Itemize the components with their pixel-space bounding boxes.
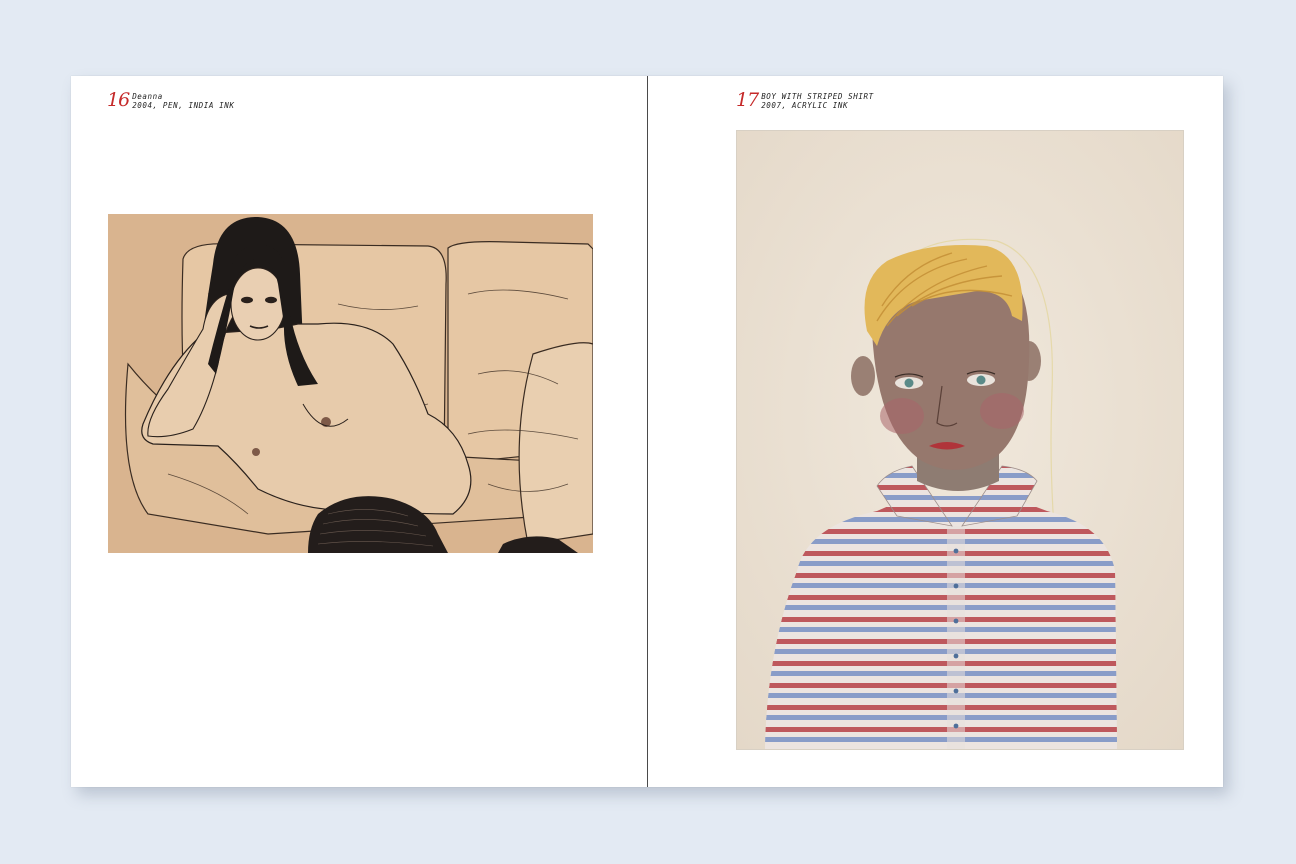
artwork-pen-drawing xyxy=(108,214,593,553)
right-caption: 17 BOY WITH STRIPED SHIRT 2007, ACRYLIC … xyxy=(736,90,874,110)
left-page: 16 Deanna 2004, PEN, INDIA INK xyxy=(71,76,647,787)
open-book-spread: 16 Deanna 2004, PEN, INDIA INK 17 BOY WI… xyxy=(71,76,1223,787)
left-page-number: 16 xyxy=(107,89,130,111)
right-caption-text: BOY WITH STRIPED SHIRT 2007, ACRYLIC INK xyxy=(761,92,874,110)
book-spread-view: 16 Deanna 2004, PEN, INDIA INK 17 BOY WI… xyxy=(0,0,1296,864)
watercolor-portrait-illustration xyxy=(737,131,1183,749)
left-artwork-details: 2004, PEN, INDIA INK xyxy=(132,101,235,110)
right-artwork-title: BOY WITH STRIPED SHIRT xyxy=(761,92,874,101)
right-artwork-details: 2007, ACRYLIC INK xyxy=(761,101,849,110)
artwork-watercolor-portrait xyxy=(736,130,1184,750)
left-caption-text: Deanna 2004, PEN, INDIA INK xyxy=(132,92,234,110)
left-artwork-title: Deanna xyxy=(132,92,163,101)
left-caption: 16 Deanna 2004, PEN, INDIA INK xyxy=(107,90,235,110)
pen-drawing-illustration xyxy=(108,214,593,553)
right-page-number: 17 xyxy=(736,89,759,111)
right-page: 17 BOY WITH STRIPED SHIRT 2007, ACRYLIC … xyxy=(648,76,1223,787)
